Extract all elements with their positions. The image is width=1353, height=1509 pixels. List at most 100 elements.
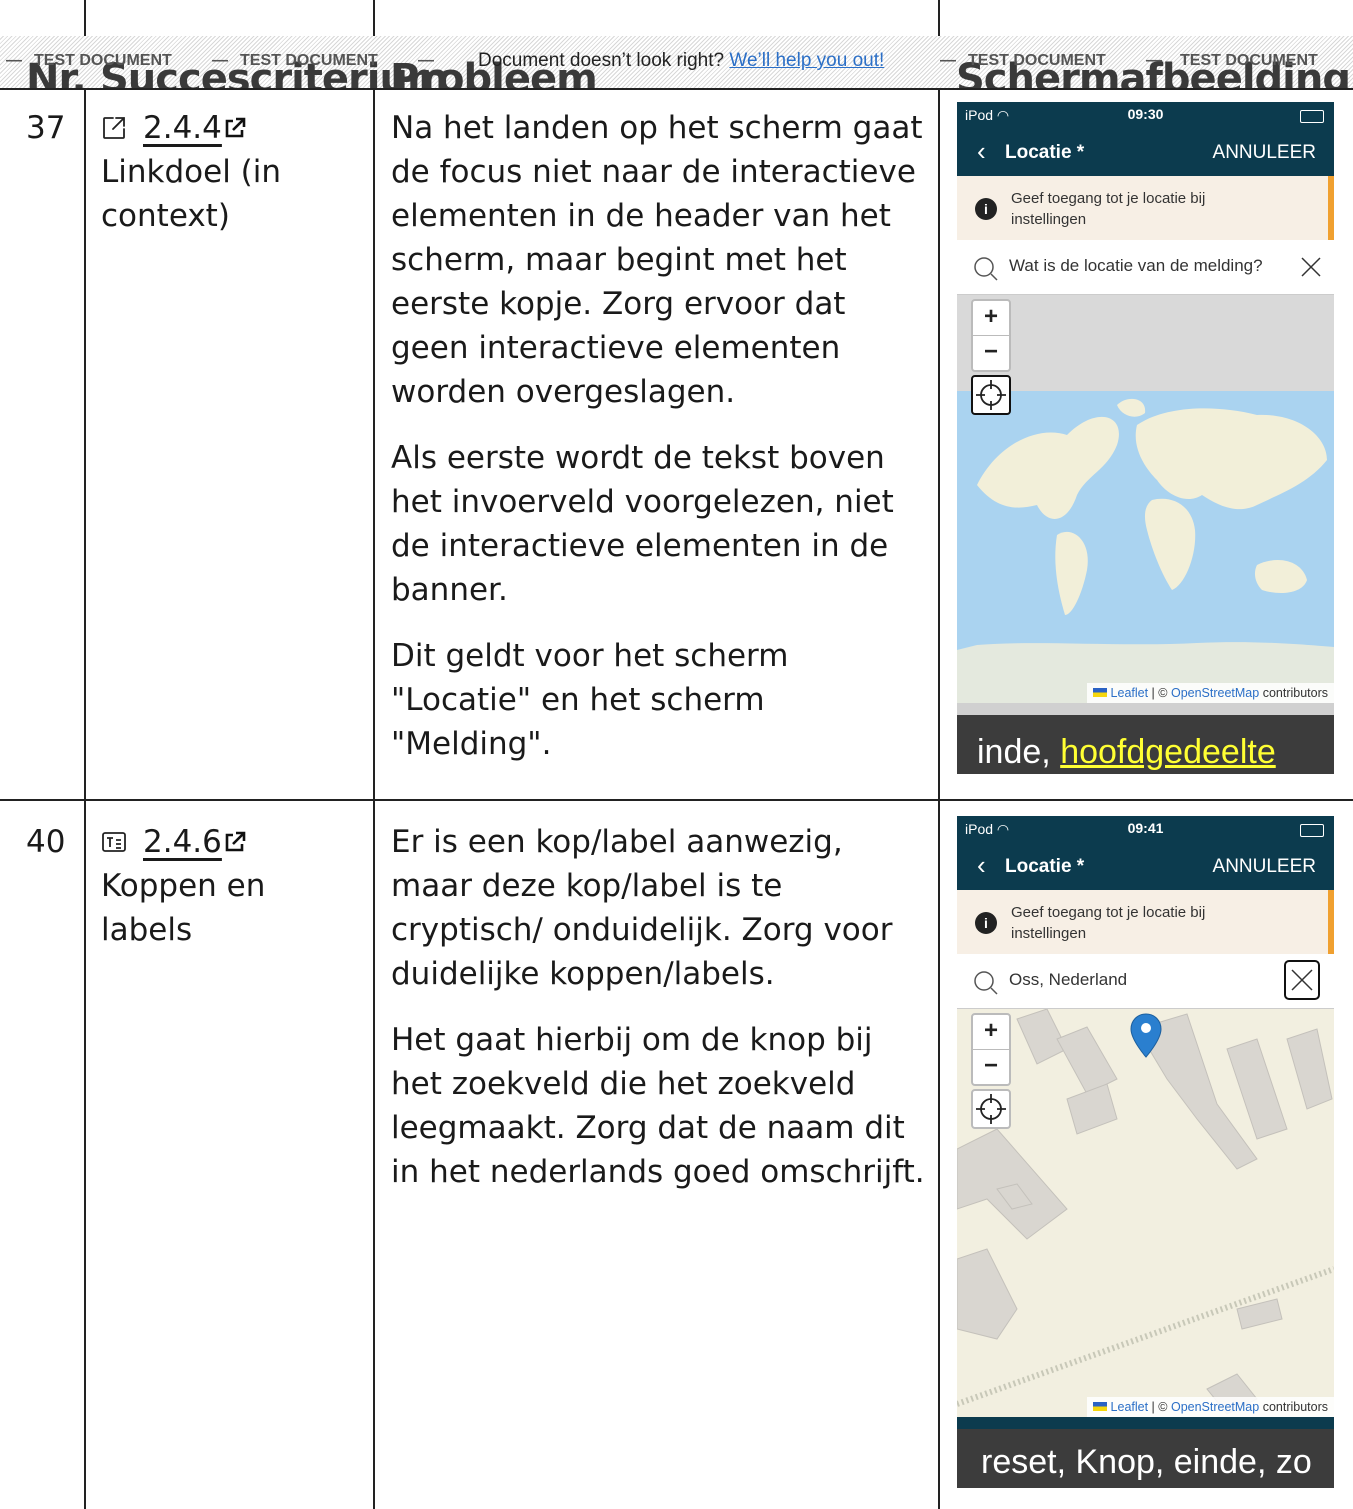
criterion-code: 2.4.6: [143, 824, 222, 860]
voiceover-highlight: hoofdgedeelte: [1060, 733, 1276, 771]
problem-paragraph: Er is een kop/label aanwezig, maar deze …: [391, 824, 893, 992]
nav-title[interactable]: Locatie *: [1005, 856, 1084, 878]
attribution-separator: | ©: [1148, 686, 1171, 700]
problem-paragraph: Het gaat hierbij om de knop bij het zoek…: [391, 1022, 925, 1190]
info-icon: i: [975, 912, 997, 934]
watermark-dash: —: [212, 52, 228, 69]
info-text: Geef toegang tot je locatie bij instelli…: [1011, 190, 1206, 228]
map-streets[interactable]: + − Leaflet | © OpenStreetMap contributo…: [957, 1009, 1334, 1417]
nav-title[interactable]: Locatie *: [1005, 142, 1084, 164]
criterion-cell: 2.4.6 Koppen en labels: [101, 820, 366, 952]
search-bar[interactable]: Oss, Nederland: [957, 954, 1334, 1009]
table-border-left-screenshot: [938, 0, 940, 1509]
back-chevron-icon[interactable]: ‹: [977, 852, 986, 878]
nav-bar: ‹ Locatie * ANNULEER: [957, 130, 1334, 176]
watermark-label: TEST DOCUMENT: [968, 52, 1106, 69]
criterion-name: Koppen en labels: [101, 868, 266, 948]
table-border-header: [0, 88, 1353, 90]
voiceover-caption: inde, hoofdgedeelte: [957, 715, 1334, 774]
row-nr: 40: [26, 824, 66, 860]
heading-label-icon: [101, 823, 127, 852]
table-border-left-problem: [373, 0, 375, 1509]
help-link[interactable]: We’ll help you out!: [729, 50, 884, 71]
locate-button[interactable]: [971, 1089, 1011, 1129]
map-world[interactable]: + − Leaflet | © OpenStreetMap contributo…: [957, 295, 1334, 703]
nav-bar: ‹ Locatie * ANNULEER: [957, 844, 1334, 890]
external-link-icon: [224, 107, 246, 138]
criterion-code: 2.4.4: [143, 110, 222, 146]
zoom-control: + −: [971, 299, 1011, 372]
info-banner: i Geef toegang tot je locatie bij instel…: [957, 176, 1334, 240]
criterion-link[interactable]: 2.4.4: [143, 110, 246, 146]
criterion-cell: 2.4.4 Linkdoel (in context): [101, 106, 366, 238]
battery-icon: [1300, 110, 1324, 123]
search-icon: [973, 970, 999, 1001]
zoom-out-button[interactable]: −: [973, 335, 1009, 370]
problem-cell: Er is een kop/label aanwezig, maar deze …: [391, 820, 926, 1216]
phone-screenshot: iPod ◠ 09:41 ‹ Locatie * ANNULEER i Geef…: [957, 816, 1334, 1488]
map-marker-icon[interactable]: [1129, 1013, 1163, 1064]
cancel-button[interactable]: ANNULEER: [1213, 142, 1316, 164]
attribution-tail: contributors: [1259, 1400, 1328, 1414]
phone-screenshot: iPod ◠ 09:30 ‹ Locatie * ANNULEER i Geef…: [957, 102, 1334, 774]
table-border-left-nr: [84, 0, 86, 1509]
cancel-button[interactable]: ANNULEER: [1213, 856, 1316, 878]
criterion-name: Linkdoel (in context): [101, 154, 282, 234]
search-input[interactable]: Oss, Nederland: [1009, 970, 1127, 990]
external-link-square-icon: [101, 109, 127, 139]
status-bar: iPod ◠ 09:41: [957, 816, 1334, 844]
ukraine-flag-icon: [1093, 1402, 1108, 1411]
watermark-label: TEST DOCUMENT: [34, 52, 172, 69]
map-attribution: Leaflet | © OpenStreetMap contributors: [1087, 1397, 1334, 1417]
attribution-tail: contributors: [1259, 686, 1328, 700]
street-map-tiles: [957, 1009, 1334, 1415]
info-icon: i: [975, 198, 997, 220]
map-bottom-strip: [957, 1417, 1334, 1429]
map-bottom-strip: [957, 703, 1334, 715]
crosshair-icon: [976, 1094, 1006, 1124]
problem-paragraph: Als eerste wordt de tekst boven het invo…: [391, 440, 894, 608]
watermark-notice: Document doesn’t look right? We’ll help …: [478, 50, 884, 72]
status-bar: iPod ◠ 09:30: [957, 102, 1334, 130]
watermark-dash: —: [1146, 52, 1162, 69]
osm-link[interactable]: OpenStreetMap: [1171, 1400, 1259, 1414]
zoom-in-button[interactable]: +: [973, 301, 1009, 335]
clear-icon[interactable]: [1284, 960, 1320, 1000]
voiceover-text: inde,: [977, 733, 1061, 771]
problem-cell: Na het landen op het scherm gaat de focu…: [391, 106, 926, 788]
watermark-notice-text: Document doesn’t look right?: [478, 50, 725, 71]
clear-icon[interactable]: [1296, 252, 1326, 282]
external-link-icon: [224, 821, 246, 852]
criterion-link[interactable]: 2.4.6: [143, 824, 246, 860]
problem-paragraph: Na het landen op het scherm gaat de focu…: [391, 110, 923, 410]
crosshair-icon: [976, 380, 1006, 410]
clock: 09:30: [1127, 106, 1164, 122]
search-placeholder[interactable]: Wat is de locatie van de melding?: [1009, 256, 1263, 276]
watermark-dash: —: [418, 52, 434, 69]
info-banner: i Geef toegang tot je locatie bij instel…: [957, 890, 1334, 954]
search-icon: [973, 256, 999, 287]
watermark-label: TEST DOCUMENT: [240, 52, 378, 69]
clock: 09:41: [1127, 820, 1164, 836]
zoom-out-button[interactable]: −: [973, 1049, 1009, 1084]
attribution-separator: | ©: [1148, 1400, 1171, 1414]
leaflet-link[interactable]: Leaflet: [1111, 1400, 1149, 1414]
map-attribution: Leaflet | © OpenStreetMap contributors: [1087, 683, 1334, 703]
search-bar[interactable]: Wat is de locatie van de melding?: [957, 240, 1334, 295]
watermark-dash: —: [940, 52, 956, 69]
problem-paragraph: Dit geldt voor het scherm "Locatie" en h…: [391, 638, 789, 762]
zoom-control: + −: [971, 1013, 1011, 1086]
voiceover-caption: reset, Knop, einde, zo: [957, 1429, 1334, 1488]
zoom-in-button[interactable]: +: [973, 1015, 1009, 1049]
row-nr: 37: [26, 110, 66, 146]
battery-icon: [1300, 824, 1324, 837]
ukraine-flag-icon: [1093, 688, 1108, 697]
world-map-tiles: [957, 391, 1334, 703]
back-chevron-icon[interactable]: ‹: [977, 138, 986, 164]
watermark-dash: —: [6, 52, 22, 69]
voiceover-text: reset, Knop, einde, zo: [981, 1443, 1312, 1481]
watermark-label: TEST DOCUMENT: [1180, 52, 1318, 69]
osm-link[interactable]: OpenStreetMap: [1171, 686, 1259, 700]
locate-button[interactable]: [971, 375, 1011, 415]
leaflet-link[interactable]: Leaflet: [1111, 686, 1149, 700]
